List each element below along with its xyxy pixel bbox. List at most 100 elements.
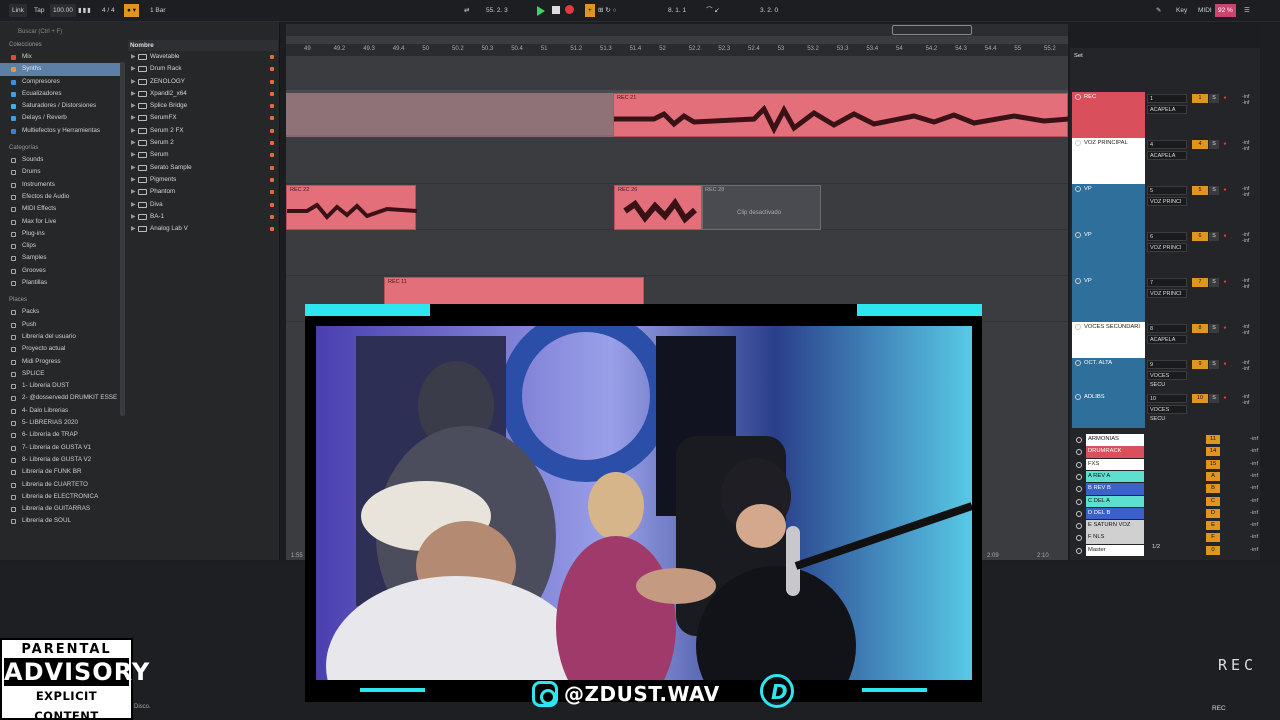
plugin-item[interactable]: ▶ Serum 2 [128, 137, 278, 149]
place-item[interactable]: Midi Progress [0, 356, 124, 368]
input-source[interactable]: VOZ PRINCI [1147, 289, 1187, 298]
plugin-item[interactable]: ▶ Serum [128, 149, 278, 161]
collection-item[interactable]: Delays / Reverb [0, 112, 124, 124]
fold-icon[interactable] [1076, 461, 1082, 468]
category-item[interactable]: Drums [0, 166, 124, 178]
draw-mode-icon[interactable]: ⌒ ↙ [706, 4, 720, 17]
arm-button[interactable]: ● [1220, 232, 1230, 241]
collection-item[interactable]: Saturadores / Distorsiones [0, 100, 124, 112]
expand-arrow-icon[interactable]: ▶ [131, 174, 136, 186]
fold-icon[interactable] [1075, 394, 1081, 400]
input-source[interactable]: VOZ PRINCI [1147, 197, 1187, 206]
input-source[interactable]: ACAPELA [1147, 105, 1187, 114]
place-item[interactable]: Proyecto actual [0, 343, 124, 355]
category-item[interactable]: Grooves [0, 265, 124, 277]
tempo-field[interactable]: 100.00 [50, 4, 76, 17]
fold-icon[interactable] [1075, 232, 1081, 238]
track-lane-vp2[interactable] [286, 230, 1068, 276]
expand-arrow-icon[interactable]: ▶ [131, 199, 136, 211]
arrangement-overview[interactable] [286, 24, 1068, 36]
category-item[interactable]: Sounds [0, 154, 124, 166]
plugin-item[interactable]: ▶ Serum 2 FX [128, 125, 278, 137]
return-volume[interactable]: -inf [1250, 483, 1258, 495]
loop-length[interactable]: 3. 2. 0 [760, 4, 778, 17]
fold-icon[interactable] [1075, 186, 1081, 192]
solo-button[interactable]: S [1209, 278, 1219, 287]
collection-item[interactable]: Synths [0, 63, 124, 76]
return-number[interactable]: D [1206, 508, 1220, 518]
browser-search[interactable]: Buscar (Ctrl + F) [6, 27, 274, 38]
category-item[interactable]: Clips [0, 240, 124, 252]
plugin-item[interactable]: ▶ Wavetable [128, 51, 278, 63]
fold-icon[interactable] [1075, 324, 1081, 330]
track-number[interactable]: 9 [1192, 360, 1208, 369]
return-volume[interactable]: -inf [1250, 446, 1258, 458]
mixer-return-1[interactable]: DRUMRACK 14 -inf [1072, 446, 1278, 458]
plugin-item[interactable]: ▶ BA-1 [128, 211, 278, 223]
place-item[interactable]: Packs [0, 306, 124, 318]
arm-button[interactable]: ● [1220, 278, 1230, 287]
mixer-track-6[interactable]: OCT. ALTA [1072, 358, 1145, 392]
mixer-return-5[interactable]: C DEL A C -inf [1072, 495, 1278, 507]
input-source[interactable]: ACAPELA [1147, 151, 1187, 160]
arm-button[interactable]: ● [1220, 94, 1230, 103]
fold-icon[interactable] [1076, 449, 1082, 456]
category-item[interactable]: Max for Live [0, 216, 124, 228]
input-channel[interactable]: 9 [1147, 360, 1187, 369]
category-item[interactable]: Samples [0, 252, 124, 264]
category-item[interactable]: MIDI Effects [0, 203, 124, 215]
fold-icon[interactable] [1075, 360, 1081, 366]
collection-item[interactable]: Multiefectos y Herramientas [0, 125, 124, 137]
expand-arrow-icon[interactable]: ▶ [131, 149, 136, 161]
track-number[interactable]: 6 [1192, 232, 1208, 241]
return-number[interactable]: 15 [1206, 459, 1220, 469]
return-volume[interactable]: -inf [1250, 508, 1258, 520]
solo-button[interactable]: S [1209, 394, 1219, 403]
place-item[interactable]: 8- Libreria de GUSTA V2 [0, 454, 124, 466]
master-cue[interactable]: 1/2 [1152, 544, 1160, 550]
input-channel[interactable]: 7 [1147, 278, 1187, 287]
return-number[interactable]: 11 [1206, 435, 1220, 444]
solo-button[interactable]: S [1209, 360, 1219, 369]
category-item[interactable]: Plantillas [0, 277, 124, 289]
input-source[interactable]: ACAPELA [1147, 335, 1187, 344]
track-lane-voz[interactable] [286, 138, 1068, 184]
plugin-item[interactable]: ▶ Drum Rack [128, 63, 278, 75]
mixer-return-0[interactable]: ARMONIAS 11 -inf [1072, 434, 1278, 446]
place-item[interactable]: Librería del usuario [0, 331, 124, 343]
expand-arrow-icon[interactable]: ▶ [131, 162, 136, 174]
arm-button[interactable]: ● [1220, 186, 1230, 195]
track-number[interactable]: 10 [1192, 394, 1208, 403]
mixer-return-6[interactable]: D DEL B D -inf [1072, 507, 1278, 520]
overview-viewport[interactable] [892, 25, 972, 35]
input-channel[interactable]: 10 [1147, 394, 1187, 403]
expand-arrow-icon[interactable]: ▶ [131, 63, 136, 75]
input-channel[interactable]: 8 [1147, 324, 1187, 333]
time-signature[interactable]: 4 / 4 [102, 4, 115, 17]
place-item[interactable]: Librería de FUNK BR [0, 466, 124, 478]
beat-ruler[interactable]: 49 49.2 49.3 49.4 50 50.2 50.3 50.4 51 51.2 51.3 51… [286, 44, 1068, 56]
place-item[interactable]: 2- @dosservedd DRUMKIT ESSE [0, 392, 124, 404]
return-number[interactable]: B [1206, 484, 1220, 494]
clip-rec26[interactable]: REC 26 [614, 185, 702, 230]
fold-icon[interactable] [1076, 523, 1082, 530]
tap-button[interactable]: Tap [34, 4, 44, 17]
plugin-item[interactable]: ▶ SerumFX [128, 112, 278, 124]
plugin-item[interactable]: ▶ Analog Lab V [128, 223, 278, 235]
mixer-return-8[interactable]: F NLS F -inf [1072, 532, 1278, 544]
play-icon[interactable] [537, 6, 545, 16]
sidebar-scrollbar[interactable] [120, 62, 125, 416]
place-item[interactable]: 6- Librería de TRAP [0, 429, 124, 441]
place-item[interactable]: 5- LIBRERIAS 2020 [0, 417, 124, 429]
place-item[interactable]: Librería de SOUL [0, 515, 124, 527]
metronome-button[interactable]: ● ▾ [124, 4, 139, 17]
return-volume[interactable]: -inf [1250, 471, 1258, 483]
input-source[interactable]: VOZ PRINCI [1147, 243, 1187, 252]
expand-arrow-icon[interactable]: ▶ [131, 137, 136, 149]
return-volume[interactable]: -inf [1250, 545, 1258, 557]
plugin-item[interactable]: ▶ Serato Sample [128, 162, 278, 174]
record-icon[interactable] [565, 5, 574, 14]
fold-icon[interactable] [1076, 547, 1082, 554]
plugin-item[interactable]: ▶ Pigments [128, 174, 278, 186]
expand-arrow-icon[interactable]: ▶ [131, 211, 136, 223]
